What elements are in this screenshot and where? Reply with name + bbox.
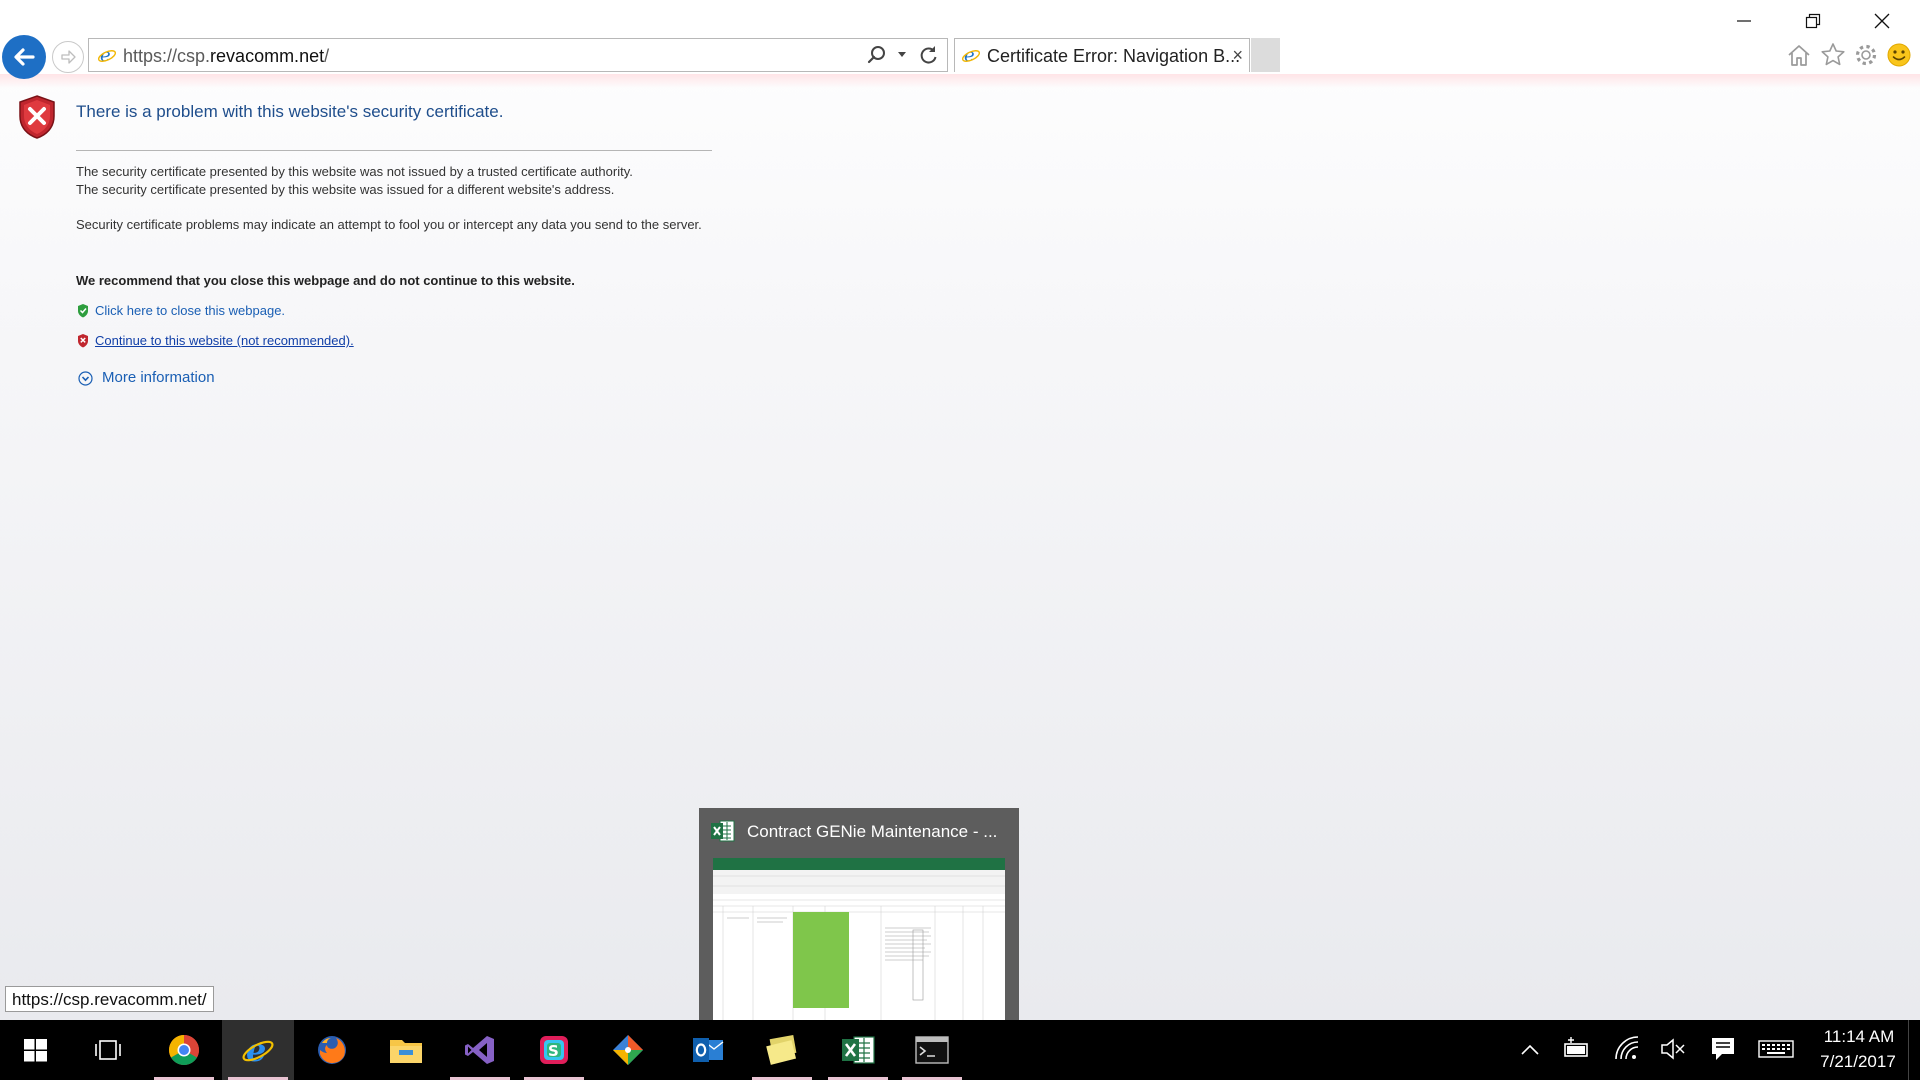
browser-toolbar: e https://csp.revacomm.net/ e Certificat… <box>0 0 1920 88</box>
clock-time[interactable]: 11:14 AM <box>1820 1027 1898 1047</box>
toolbar-error-tint <box>0 74 1920 88</box>
restore-icon <box>1805 13 1821 29</box>
gear-icon[interactable] <box>1853 42 1879 68</box>
taskbar-app-file-explorer[interactable] <box>370 1020 442 1080</box>
home-icon[interactable] <box>1786 42 1812 68</box>
cert-error-line: The security certificate presented by th… <box>76 164 633 179</box>
close-webpage-link[interactable]: Click here to close this webpage. <box>95 303 285 318</box>
smiley-feedback-icon[interactable] <box>1886 42 1912 68</box>
taskbar-app-git-tool[interactable] <box>592 1020 664 1080</box>
taskbar-app-internet-explorer[interactable]: e <box>222 1020 294 1080</box>
chevron-down-icon[interactable] <box>897 49 907 59</box>
close-icon <box>1874 13 1890 29</box>
show-desktop-button[interactable] <box>1908 1020 1920 1080</box>
volume-muted-icon[interactable] <box>1660 1035 1686 1063</box>
taskbar-app-firefox[interactable] <box>296 1020 368 1080</box>
touch-keyboard-icon[interactable] <box>1758 1035 1794 1063</box>
clock-date[interactable]: 7/21/2017 <box>1812 1052 1904 1072</box>
taskbar-app-visual-studio[interactable] <box>444 1020 516 1080</box>
outlook-icon <box>693 1038 724 1062</box>
start-button[interactable] <box>0 1020 72 1080</box>
cert-error-line: The security certificate presented by th… <box>76 182 615 197</box>
svg-text:S: S <box>548 1042 559 1060</box>
red-shield-icon <box>78 334 88 348</box>
task-view-button[interactable] <box>72 1020 144 1080</box>
back-button[interactable] <box>2 35 46 79</box>
status-url-tooltip: https://csp.revacomm.net/ <box>5 986 214 1012</box>
expand-chevron-icon <box>78 371 93 386</box>
close-window-button[interactable] <box>1862 8 1902 34</box>
refresh-icon[interactable] <box>917 44 939 66</box>
spreadsheet-thumbnail-image <box>713 858 1005 1020</box>
divider <box>76 150 712 151</box>
address-bar[interactable]: e https://csp.revacomm.net/ <box>88 38 948 72</box>
slack-icon: S <box>540 1036 568 1064</box>
more-information-label: More information <box>102 369 215 386</box>
taskbar-app-outlook[interactable] <box>672 1020 744 1080</box>
visual-studio-icon <box>465 1036 494 1064</box>
forward-arrow-icon <box>61 50 76 64</box>
taskbar: e S <box>0 1020 1920 1080</box>
minimize-icon <box>1737 20 1751 22</box>
git-tool-icon <box>613 1035 643 1065</box>
sticky-notes-icon <box>766 1035 797 1065</box>
page-title: There is a problem with this website's s… <box>76 102 504 121</box>
task-view-icon <box>95 1040 121 1060</box>
green-shield-icon <box>78 304 88 318</box>
battery-icon[interactable] <box>1564 1035 1590 1063</box>
taskbar-app-command-prompt[interactable] <box>896 1020 968 1080</box>
ie-tab-icon: e <box>961 45 981 65</box>
firefox-icon <box>318 1036 346 1064</box>
shield-error-icon <box>19 95 55 139</box>
chrome-icon <box>168 1035 200 1066</box>
internet-explorer-icon: e <box>242 1033 274 1067</box>
chevron-up-icon[interactable] <box>1520 1035 1540 1063</box>
back-arrow-icon <box>14 48 35 66</box>
tab-title: Certificate Error: Navigation B... <box>987 46 1241 66</box>
address-url[interactable]: https://csp.revacomm.net/ <box>123 46 329 67</box>
tab-close-button[interactable]: × <box>1232 45 1243 66</box>
forward-button[interactable] <box>52 41 84 73</box>
favorites-star-icon[interactable] <box>1820 42 1846 68</box>
taskbar-app-chrome[interactable] <box>148 1020 220 1080</box>
restore-button[interactable] <box>1793 8 1833 34</box>
taskbar-app-slack[interactable]: S <box>518 1020 590 1080</box>
minimize-button[interactable] <box>1724 8 1764 34</box>
preview-window-title: Contract GENie Maintenance - ... <box>747 822 998 841</box>
search-icon[interactable] <box>867 45 887 65</box>
excel-icon <box>842 1036 875 1064</box>
windows-logo-icon <box>24 1039 47 1062</box>
continue-website-link[interactable]: Continue to this website (not recommende… <box>95 333 354 348</box>
taskbar-app-sticky-notes[interactable] <box>746 1020 818 1080</box>
command-prompt-icon <box>915 1036 949 1064</box>
security-warning-text: Security certificate problems may indica… <box>76 217 702 232</box>
recommendation-text: We recommend that you close this webpage… <box>76 273 575 288</box>
action-center-icon[interactable] <box>1710 1035 1736 1063</box>
taskbar-app-excel[interactable] <box>822 1020 894 1080</box>
new-tab-button[interactable] <box>1251 38 1280 72</box>
file-explorer-icon <box>390 1040 422 1063</box>
ie-page-icon: e <box>97 45 117 65</box>
taskbar-thumbnail-preview[interactable]: Contract GENie Maintenance - ... <box>699 808 1019 1026</box>
wifi-icon[interactable] <box>1614 1035 1640 1063</box>
excel-icon <box>711 820 735 842</box>
spreadsheet-thumbnail <box>713 858 1005 1020</box>
browser-tab[interactable]: e Certificate Error: Navigation B... × <box>954 38 1250 72</box>
